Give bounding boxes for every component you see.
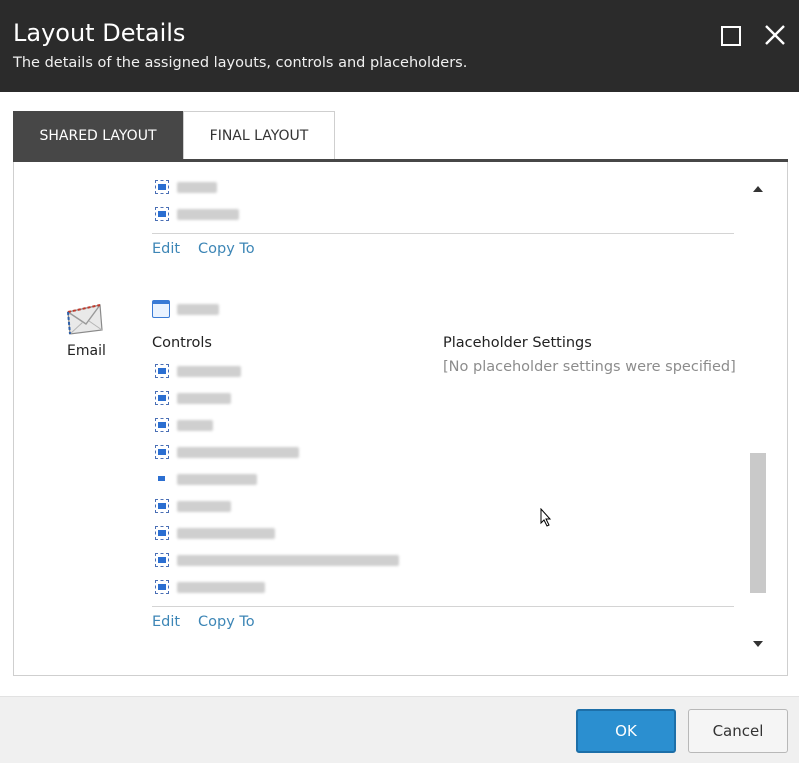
- redacted-text: [177, 473, 257, 485]
- vertical-scrollbar[interactable]: [749, 180, 767, 656]
- dialog-titlebar: Layout Details The details of the assign…: [0, 0, 799, 92]
- maximize-button[interactable]: [718, 22, 744, 48]
- control-item: [155, 362, 241, 380]
- email-envelope-icon: [67, 304, 103, 335]
- rendering-icon: [155, 391, 169, 405]
- redacted-text: [177, 500, 231, 512]
- edit-link[interactable]: Edit: [152, 614, 180, 630]
- redacted-text: [177, 208, 239, 220]
- rendering-icon: [155, 553, 169, 567]
- close-icon: [765, 25, 785, 45]
- mouse-cursor-icon: [540, 508, 552, 527]
- dialog-title: Layout Details: [13, 19, 186, 47]
- control-item: [155, 578, 265, 596]
- control-item: [155, 416, 213, 434]
- dialog-subtitle: The details of the assigned layouts, con…: [13, 55, 468, 71]
- redacted-text: [177, 554, 399, 566]
- ok-button[interactable]: OK: [576, 709, 676, 753]
- rendering-icon: [155, 472, 169, 486]
- redacted-text: [177, 392, 231, 404]
- rendering-icon: [155, 526, 169, 540]
- rendering-icon: [155, 180, 169, 194]
- section-divider: [152, 233, 734, 234]
- close-button[interactable]: [762, 22, 788, 48]
- control-item: [155, 178, 217, 196]
- rendering-icon: [155, 207, 169, 221]
- control-item: [155, 205, 239, 223]
- layout-icon: [152, 300, 170, 318]
- redacted-text: [177, 581, 265, 593]
- scroll-thumb[interactable]: [750, 453, 766, 593]
- scroll-down-arrow-icon[interactable]: [753, 641, 763, 647]
- cancel-button[interactable]: Cancel: [688, 709, 788, 753]
- rendering-icon: [155, 364, 169, 378]
- control-item: [155, 524, 275, 542]
- control-item: [155, 497, 231, 515]
- layout-details-panel: [13, 162, 788, 676]
- redacted-text: [177, 419, 213, 431]
- maximize-icon: [721, 26, 741, 46]
- tab-final-layout[interactable]: FINAL LAYOUT: [183, 111, 335, 160]
- control-item: [155, 470, 257, 488]
- copy-to-link[interactable]: Copy To: [198, 614, 255, 630]
- redacted-text: [177, 446, 299, 458]
- control-item: [155, 551, 399, 569]
- placeholder-settings-header: Placeholder Settings: [443, 335, 592, 351]
- redacted-text: [177, 181, 217, 193]
- copy-to-link[interactable]: Copy To: [198, 241, 255, 257]
- redacted-text: [177, 527, 275, 539]
- edit-link[interactable]: Edit: [152, 241, 180, 257]
- rendering-icon: [155, 580, 169, 594]
- tab-shared-layout[interactable]: SHARED LAYOUT: [13, 111, 183, 160]
- rendering-icon: [155, 418, 169, 432]
- control-item: [155, 443, 299, 461]
- device-label-email: Email: [67, 343, 106, 359]
- control-item: [155, 389, 231, 407]
- controls-header: Controls: [152, 335, 212, 351]
- section-divider: [152, 606, 734, 607]
- redacted-layout-name: [177, 304, 219, 315]
- scroll-up-arrow-icon[interactable]: [753, 186, 763, 192]
- rendering-icon: [155, 499, 169, 513]
- placeholder-settings-note: [No placeholder settings were specified]: [443, 359, 736, 375]
- rendering-icon: [155, 445, 169, 459]
- dialog-footer: OK Cancel: [0, 696, 799, 763]
- redacted-text: [177, 365, 241, 377]
